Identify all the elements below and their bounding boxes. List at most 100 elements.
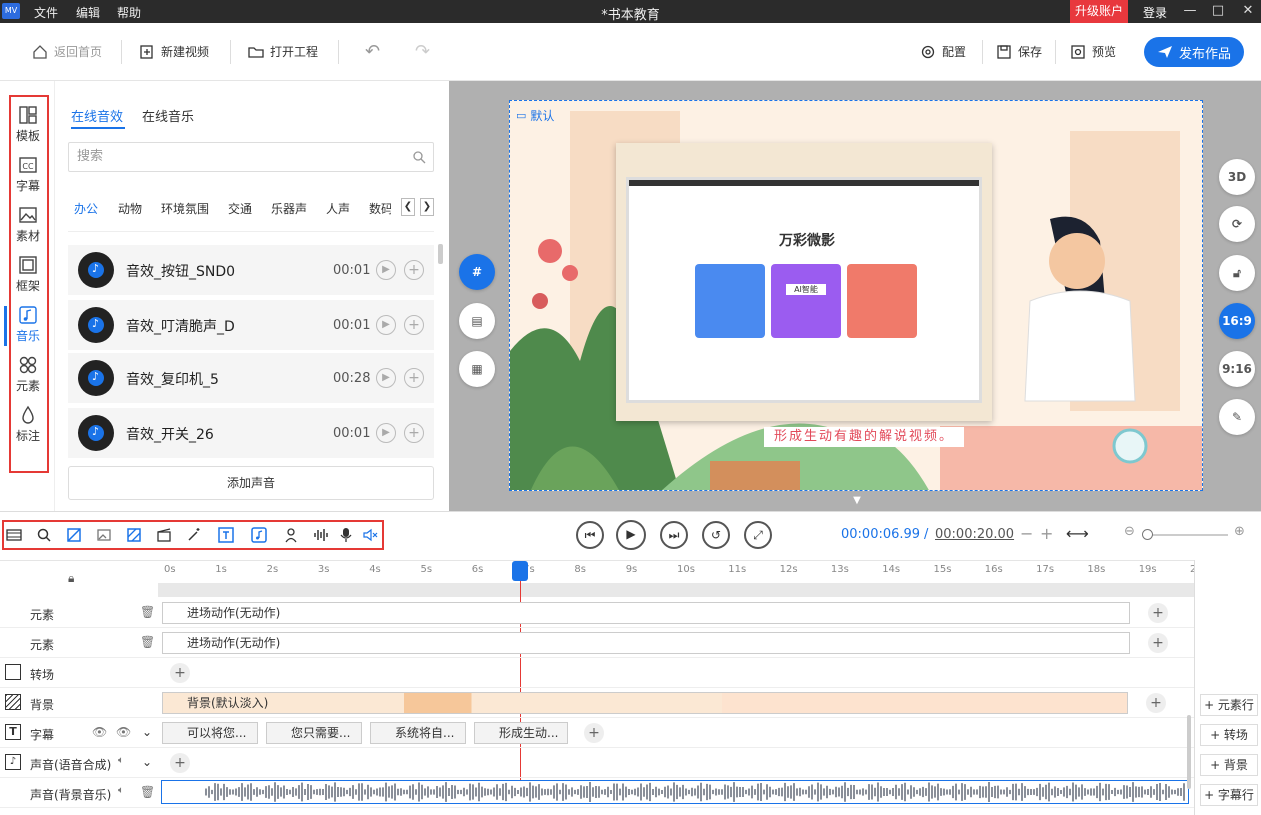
magic-wand-icon[interactable] — [186, 527, 202, 543]
waveform-clip[interactable] — [161, 780, 1189, 804]
background-clip[interactable]: 背景(默认淡入) — [162, 692, 1128, 714]
add-subtitle-row-button[interactable]: + 字幕行 — [1200, 784, 1258, 806]
element-clip[interactable]: 进场动作(无动作) — [162, 602, 1130, 624]
replay-icon[interactable]: ↺ — [702, 521, 730, 549]
tab-online-music[interactable]: 在线音乐 — [142, 106, 194, 125]
lock-icon[interactable]: 🔒︎ — [68, 571, 74, 586]
fullscreen-icon[interactable]: ⤢ — [744, 521, 772, 549]
category-instrument[interactable]: 乐器声 — [271, 200, 307, 217]
sidebar-item-music[interactable]: 音乐 — [10, 301, 46, 349]
collapse-icon[interactable]: ▼ — [847, 495, 867, 507]
play-icon[interactable]: ▶ — [376, 315, 396, 335]
chevron-down-icon[interactable]: ⌄ — [142, 755, 152, 769]
add-icon[interactable]: + — [170, 753, 190, 773]
add-icon[interactable]: + — [404, 368, 424, 388]
subtitle-clip[interactable]: 可以将您... — [162, 722, 258, 744]
sidebar-item-annotation[interactable]: 标注 — [10, 401, 46, 449]
sidebar-item-subtitle[interactable]: CC 字幕 — [10, 151, 46, 199]
zoom-slider[interactable] — [1146, 534, 1228, 536]
add-icon[interactable]: + — [170, 663, 190, 683]
trash-icon[interactable]: 🗑︎ — [140, 605, 155, 619]
preview-button[interactable]: 预览 — [1070, 42, 1116, 62]
element-clip[interactable]: 进场动作(无动作) — [162, 632, 1130, 654]
search-icon[interactable] — [412, 150, 426, 164]
rotate-icon[interactable]: ⟳ — [1219, 206, 1255, 242]
save-button[interactable]: 保存 — [996, 42, 1042, 62]
publish-button[interactable]: 发布作品 — [1144, 37, 1244, 67]
search-input[interactable]: 搜索 — [68, 142, 434, 172]
track-transition[interactable]: + — [158, 658, 1194, 688]
upgrade-account-button[interactable]: 升级账户 — [1070, 0, 1128, 23]
add-icon[interactable]: + — [1148, 603, 1168, 623]
list-item[interactable]: ♪ 音效_叮清脆声_D 00:01 ▶ + — [68, 300, 434, 350]
subtitle-clip[interactable]: 形成生动... — [474, 722, 568, 744]
redo-icon[interactable]: ↷ — [415, 42, 430, 62]
mute-icon[interactable] — [362, 527, 378, 543]
chevron-right-icon[interactable]: ❯ — [420, 198, 434, 216]
filmstrip-icon[interactable] — [6, 527, 22, 543]
minimize-icon[interactable]: — — [1180, 2, 1200, 20]
minus-icon[interactable]: − — [1020, 524, 1033, 543]
unlock-icon[interactable]: 🔓︎ — [1219, 255, 1255, 291]
music-icon[interactable] — [251, 527, 267, 543]
sidebar-item-material[interactable]: 素材 — [10, 201, 46, 249]
add-background-button[interactable]: + 背景 — [1200, 754, 1258, 776]
track-subtitle[interactable]: 可以将您... 您只需要... 系统将自... 形成生动... + — [158, 718, 1194, 748]
add-icon[interactable]: + — [404, 423, 424, 443]
play-icon[interactable]: ▶ — [376, 368, 396, 388]
chevron-left-icon[interactable]: ❮ — [401, 198, 415, 216]
add-icon[interactable]: + — [1148, 633, 1168, 653]
shape-icon[interactable] — [66, 527, 82, 543]
previous-icon[interactable]: ⏮ — [576, 521, 604, 549]
microphone-icon[interactable] — [338, 527, 354, 543]
speaker-icon[interactable]: 🔈︎ — [118, 785, 124, 796]
chevron-down-icon[interactable]: ⌄ — [142, 725, 152, 739]
track-bgm[interactable] — [158, 778, 1194, 808]
background-icon[interactable] — [126, 527, 142, 543]
track-element-1[interactable]: 进场动作(无动作) + — [158, 598, 1194, 628]
config-button[interactable]: 配置 — [920, 42, 966, 62]
total-time[interactable]: 00:00:20.00 — [935, 527, 1014, 542]
category-ambience[interactable]: 环境氛围 — [161, 200, 209, 217]
list-item[interactable]: ♪ 音效_按钮_SND0 00:01 ▶ + — [68, 245, 434, 295]
next-icon[interactable]: ⏭ — [660, 521, 688, 549]
plus-icon[interactable]: + — [1040, 524, 1053, 543]
clapper-icon[interactable] — [156, 527, 172, 543]
film-settings-icon[interactable]: ▦ — [459, 351, 495, 387]
add-element-row-button[interactable]: + 元素行 — [1200, 694, 1258, 716]
subtitle-text[interactable]: 形成生动有趣的解说视频。 — [764, 427, 964, 447]
tab-online-sfx[interactable]: 在线音效 — [71, 106, 123, 125]
zoom-slider-handle[interactable] — [1142, 529, 1153, 540]
add-sound-button[interactable]: 添加声音 — [68, 466, 434, 500]
subtitle-clip[interactable]: 您只需要... — [266, 722, 362, 744]
undo-icon[interactable]: ↶ — [365, 42, 380, 62]
track-element-2[interactable]: 进场动作(无动作) + — [158, 628, 1194, 658]
sidebar-item-template[interactable]: 模板 — [10, 101, 46, 149]
category-animal[interactable]: 动物 — [118, 200, 142, 217]
close-icon[interactable]: ✕ — [1238, 2, 1258, 20]
trash-icon[interactable]: 🗑︎ — [140, 785, 155, 799]
filmstrip-icon[interactable]: ▤ — [459, 303, 495, 339]
3d-button[interactable]: 3D — [1219, 159, 1255, 195]
home-button[interactable]: 返回首页 — [32, 42, 102, 62]
ratio-9-16-button[interactable]: 9:16 — [1219, 351, 1255, 387]
video-canvas[interactable]: ▭ 默认 万彩微影 AI智能 形成生动有趣的解说视频。 — [509, 100, 1203, 491]
login-button[interactable]: 登录 — [1143, 4, 1167, 21]
pencil-icon[interactable]: ✎ — [1219, 399, 1255, 435]
play-icon[interactable]: ▶ — [376, 260, 396, 280]
playhead-handle[interactable] — [512, 561, 528, 581]
list-item[interactable]: ♪ 音效_开关_26 00:01 ▶ + — [68, 408, 434, 458]
sidebar-item-frame[interactable]: 框架 — [10, 251, 46, 299]
eye-icon[interactable]: 👁︎ — [92, 725, 107, 739]
timeline-ruler[interactable]: 0s 1s 2s 3s 4s 5s 6s 7s 8s 9s 10s 11s 12s 13s 14s 15s 16… — [158, 560, 1208, 598]
zoom-in-icon[interactable]: ⊕ — [1234, 524, 1245, 539]
fit-width-icon[interactable]: ⟷ — [1066, 524, 1089, 543]
subtitle-clip[interactable]: 系统将自... — [370, 722, 466, 744]
track-background[interactable]: 背景(默认淡入) + — [158, 688, 1194, 718]
add-icon[interactable]: + — [1146, 693, 1166, 713]
add-icon[interactable]: + — [404, 260, 424, 280]
speaker-icon[interactable]: 🔈︎ — [118, 755, 124, 766]
text-icon[interactable] — [218, 527, 234, 543]
eye-icon[interactable]: 👁︎ — [116, 725, 131, 739]
add-transition-button[interactable]: + 转场 — [1200, 724, 1258, 746]
